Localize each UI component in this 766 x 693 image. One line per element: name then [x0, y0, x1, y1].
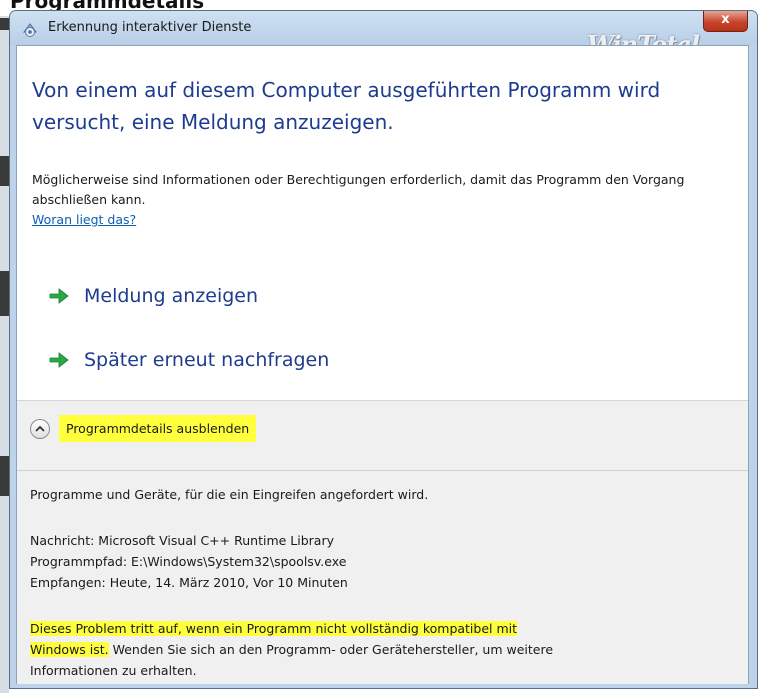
command-label: Später erneut nachfragen — [84, 349, 330, 371]
title-bar[interactable]: Erkennung interaktiver Dienste x — [10, 11, 757, 45]
interactive-services-icon — [21, 20, 39, 38]
problem-text-last: Informationen zu erhalten. — [30, 663, 197, 678]
command-show-message[interactable]: Meldung anzeigen — [48, 278, 258, 314]
problem-highlight: Windows ist. — [30, 642, 109, 657]
dialog-content: Von einem auf diesem Computer ausgeführt… — [16, 45, 749, 684]
details-intro: Programme und Geräte, für die ein Eingre… — [30, 487, 429, 502]
details-program-path: Programmpfad: E:\Windows\System32\spools… — [30, 554, 347, 569]
description-text: Möglicherweise sind Informationen oder B… — [32, 172, 685, 207]
background-edge-mark — [0, 271, 9, 316]
background-edge-mark — [0, 456, 9, 496]
details-panel: Programmdetails ausblenden Programme und… — [17, 400, 748, 684]
chevron-up-icon[interactable] — [30, 418, 50, 439]
green-arrow-icon — [49, 352, 69, 368]
divider — [17, 470, 748, 471]
details-message: Nachricht: Microsoft Visual C++ Runtime … — [30, 533, 334, 548]
window-title: Erkennung interaktiver Dienste — [48, 20, 252, 35]
main-instruction: Von einem auf diesem Computer ausgeführt… — [32, 78, 661, 134]
command-ask-later[interactable]: Später erneut nachfragen — [48, 342, 329, 378]
problem-highlight: Dieses Problem tritt auf, wenn ein Progr… — [30, 621, 518, 636]
close-button[interactable]: x — [703, 11, 748, 32]
problem-text: Dieses Problem tritt auf, wenn ein Progr… — [30, 618, 730, 681]
background-edge-mark — [0, 156, 9, 186]
background-edge-mark — [0, 18, 9, 30]
details-toggle[interactable]: Programmdetails ausblenden — [30, 415, 257, 442]
command-label: Meldung anzeigen — [84, 285, 259, 307]
details-received: Empfangen: Heute, 14. März 2010, Vor 10 … — [30, 575, 348, 590]
dialog-window: Erkennung interaktiver Dienste x WinTota… — [9, 10, 758, 689]
green-arrow-icon — [49, 288, 69, 304]
close-icon: x — [721, 12, 730, 27]
problem-text-rest: Wenden Sie sich an den Programm- oder Ge… — [108, 642, 554, 657]
details-toggle-label[interactable]: Programmdetails ausblenden — [59, 415, 257, 442]
why-link[interactable]: Woran liegt das? — [32, 210, 136, 230]
background-left-edge — [0, 16, 9, 693]
